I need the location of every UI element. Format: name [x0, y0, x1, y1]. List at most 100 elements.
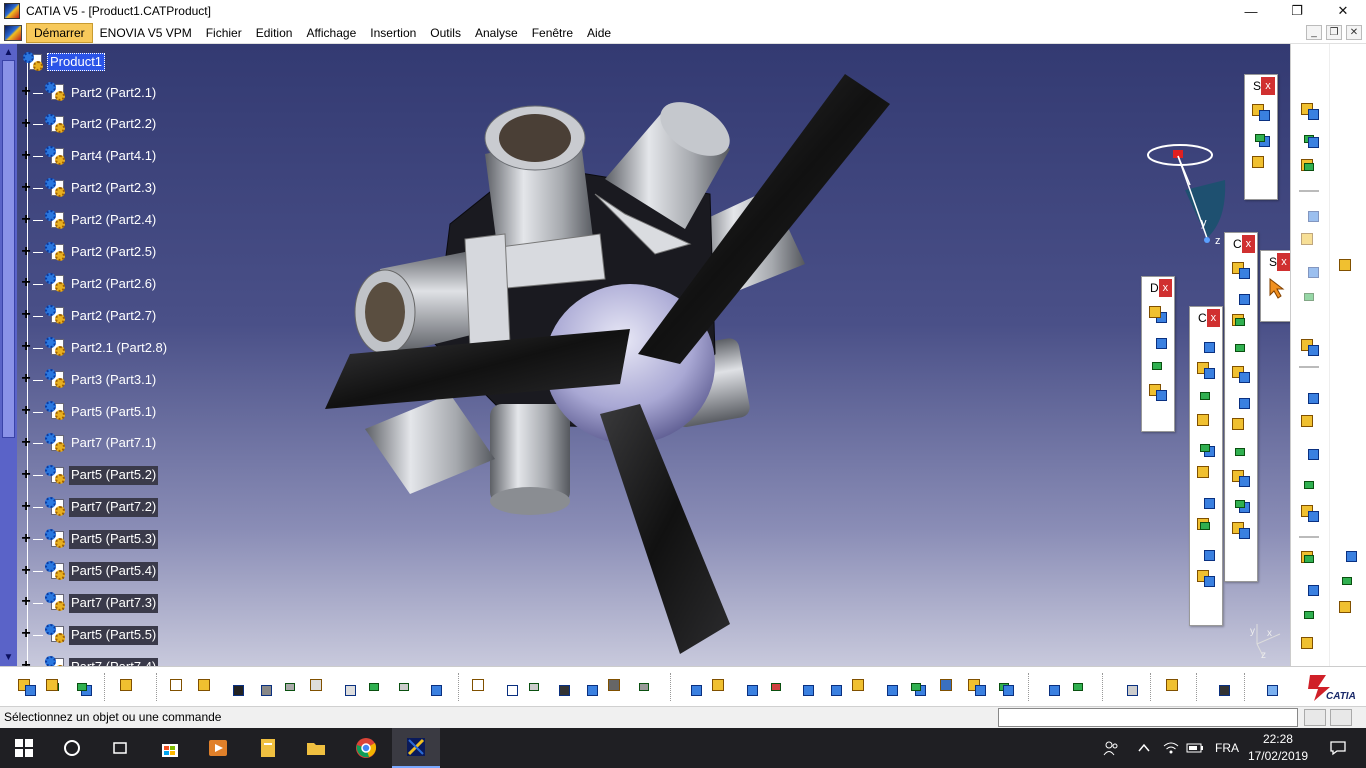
- offset-icon[interactable]: [1195, 385, 1217, 407]
- tree-node-label[interactable]: Part2 (Part2.1): [69, 84, 158, 103]
- close-icon[interactable]: x: [1158, 279, 1172, 297]
- tree-node[interactable]: + Part4 (Part4.1): [19, 145, 158, 168]
- command-history-button[interactable]: [1304, 709, 1326, 726]
- erase-icon[interactable]: [1258, 676, 1280, 698]
- list-icon[interactable]: [1299, 604, 1321, 626]
- settings-icon[interactable]: [1230, 311, 1252, 333]
- expand-plus-icon[interactable]: +: [19, 530, 33, 547]
- update-icon[interactable]: [1230, 285, 1252, 307]
- file-explorer-icon[interactable]: [292, 728, 340, 768]
- coincidence-icon[interactable]: [1195, 333, 1217, 355]
- tree-node-label[interactable]: Part7 (Part7.4): [69, 657, 159, 666]
- catia-taskbar-icon[interactable]: [392, 728, 440, 768]
- search-circle-icon[interactable]: [48, 728, 96, 768]
- save-icon[interactable]: [224, 676, 246, 698]
- flag-note-icon[interactable]: [1299, 440, 1321, 462]
- tree-node[interactable]: + Part5 (Part5.3): [19, 528, 159, 551]
- zoom-in-icon[interactable]: [794, 676, 816, 698]
- tree-node[interactable]: + Part2 (Part2.1): [19, 82, 158, 104]
- expand-plus-icon[interactable]: +: [19, 594, 33, 610]
- tree-node[interactable]: + Part2 (Part2.7): [19, 305, 158, 327]
- tree-node-label[interactable]: Part2 (Part2.5): [69, 243, 158, 262]
- new-component-icon[interactable]: [1299, 128, 1321, 150]
- tree-node-label[interactable]: Part2 (Part2.3): [69, 179, 158, 198]
- tree-node[interactable]: + Part5 (Part5.1): [19, 401, 158, 423]
- angle-icon[interactable]: [1195, 411, 1217, 433]
- manipulation-icon[interactable]: [1147, 303, 1169, 325]
- components-icon[interactable]: [1250, 127, 1272, 149]
- arrow-right-icon[interactable]: [1230, 337, 1252, 359]
- menu-fenetre[interactable]: Fenêtre: [525, 24, 580, 42]
- documents-icon[interactable]: [244, 728, 292, 768]
- expand-plus-icon[interactable]: +: [19, 211, 33, 228]
- scene-icon[interactable]: [1299, 502, 1321, 524]
- expand-plus-icon[interactable]: +: [19, 498, 33, 515]
- fly-mode-icon[interactable]: [682, 676, 704, 698]
- measure-inertia-icon[interactable]: [1337, 598, 1359, 620]
- snap-icon[interactable]: [1230, 363, 1252, 385]
- table-icon[interactable]: [550, 676, 572, 698]
- existing-component-icon[interactable]: [1299, 230, 1321, 252]
- expand-plus-icon[interactable]: +: [19, 307, 33, 323]
- floating-toolbar-c1[interactable]: Cx: [1224, 232, 1258, 582]
- assembly-icon[interactable]: [1299, 100, 1321, 122]
- swap-space-icon[interactable]: [994, 676, 1016, 698]
- expand-plus-icon[interactable]: +: [19, 275, 33, 291]
- anchor-icon[interactable]: [1195, 437, 1217, 459]
- command-input[interactable]: [998, 708, 1298, 727]
- tree-node-label[interactable]: Part5 (Part5.2): [69, 466, 159, 486]
- menu-outils[interactable]: Outils: [423, 24, 468, 42]
- expand-plus-icon[interactable]: +: [19, 434, 33, 451]
- tree-node[interactable]: + Part2 (Part2.4): [19, 209, 158, 232]
- tree-node-label[interactable]: Part3 (Part3.1): [69, 371, 158, 390]
- report-icon[interactable]: [1299, 634, 1321, 656]
- menu-analyse[interactable]: Analyse: [468, 24, 525, 42]
- multi-view-icon[interactable]: [878, 676, 900, 698]
- floating-toolbar-c2[interactable]: Cx: [1189, 306, 1223, 626]
- tree-node[interactable]: + Part7 (Part7.1): [19, 432, 158, 455]
- tree-node[interactable]: + Part2.1 (Part2.8): [19, 337, 169, 359]
- copy-icon[interactable]: [308, 676, 330, 698]
- expand-plus-icon[interactable]: +: [19, 147, 33, 164]
- pan-icon[interactable]: [738, 676, 760, 698]
- catia-menu-icon[interactable]: [4, 24, 22, 41]
- menu-enovia[interactable]: ENOVIA V5 VPM: [93, 24, 199, 42]
- tree-node-label[interactable]: Part5 (Part5.1): [69, 403, 158, 422]
- close-icon[interactable]: x: [1206, 309, 1220, 327]
- expand-plus-icon[interactable]: +: [19, 243, 33, 260]
- tree-structure-icon[interactable]: [578, 676, 600, 698]
- tree-node[interactable]: + Part2 (Part2.5): [19, 241, 158, 264]
- toolbar-grip[interactable]: [1299, 366, 1319, 368]
- new-product-icon[interactable]: [1299, 156, 1321, 178]
- tree-node-label[interactable]: Part5 (Part5.4): [69, 562, 159, 581]
- replace-component-icon[interactable]: [1299, 258, 1321, 280]
- knowledge-icon[interactable]: [524, 676, 546, 698]
- tree-node[interactable]: + Part2 (Part2.3): [19, 177, 158, 200]
- close-icon[interactable]: x: [1241, 235, 1255, 253]
- measure-item-icon[interactable]: [1337, 570, 1359, 592]
- expand-plus-icon[interactable]: +: [19, 115, 33, 132]
- tree-node-label[interactable]: Part7 (Part7.2): [69, 498, 159, 518]
- menu-demarrer[interactable]: Démarrer: [26, 22, 93, 43]
- stop-manipulate-icon[interactable]: [1147, 381, 1169, 403]
- minimize-button[interactable]: —: [1228, 0, 1274, 22]
- bill-material-icon[interactable]: [1299, 576, 1321, 598]
- tree-node-label[interactable]: Part2 (Part2.6): [69, 275, 158, 294]
- flexible-rigid-icon[interactable]: [1195, 515, 1217, 537]
- doc-close-icon[interactable]: ✕: [1346, 25, 1362, 40]
- store-icon[interactable]: [146, 728, 194, 768]
- hide-show-icon[interactable]: [966, 676, 988, 698]
- tree-node[interactable]: + Part5 (Part5.4): [19, 560, 159, 583]
- expand-plus-icon[interactable]: +: [19, 562, 33, 579]
- fit-all-icon[interactable]: [710, 676, 732, 698]
- tree-node[interactable]: + Part2 (Part2.2): [19, 113, 158, 136]
- close-button[interactable]: ✕: [1320, 0, 1366, 22]
- engine-assembly-model[interactable]: [300, 54, 920, 654]
- chrome-icon[interactable]: [342, 728, 390, 768]
- floating-toolbar-s2[interactable]: Sx: [1260, 250, 1290, 322]
- media-player-icon[interactable]: [194, 728, 242, 768]
- gears-icon[interactable]: [1299, 336, 1321, 358]
- close-icon[interactable]: x: [1261, 77, 1275, 95]
- render-style-icon[interactable]: [938, 676, 960, 698]
- new-file-icon[interactable]: [168, 676, 190, 698]
